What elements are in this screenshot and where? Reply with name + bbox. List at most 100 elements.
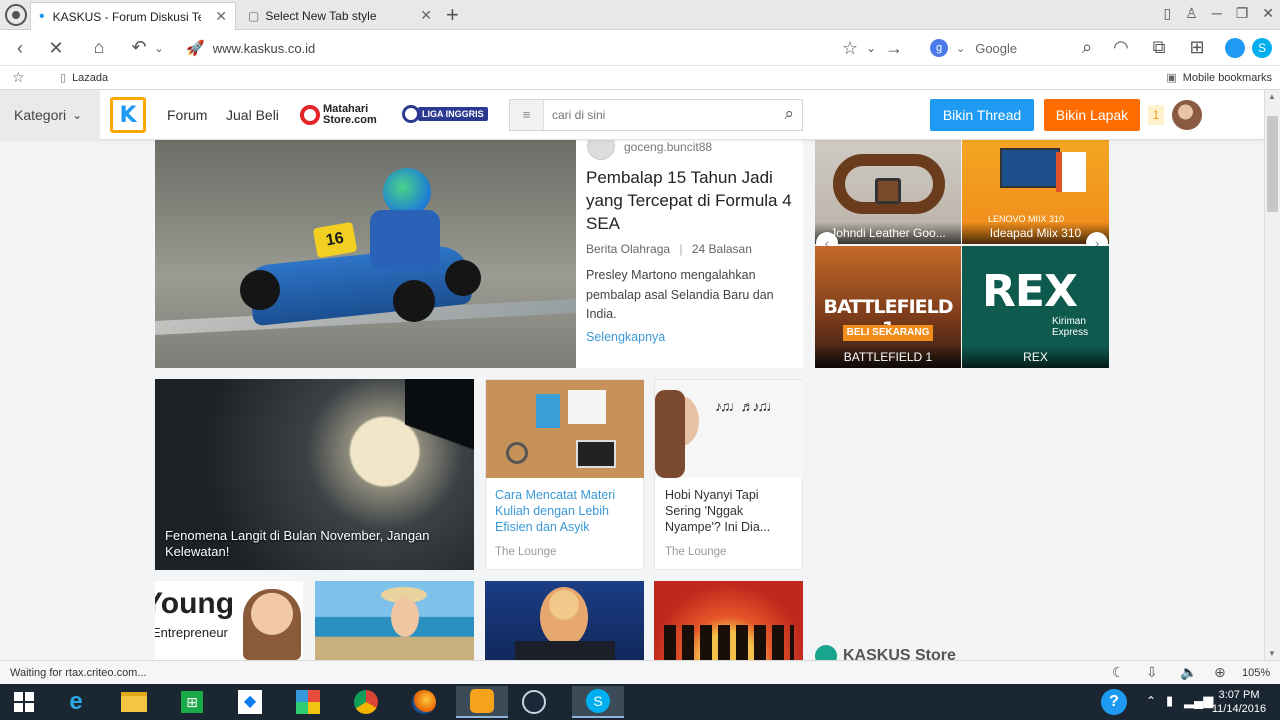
menu-icon[interactable]: ≡ <box>510 100 544 130</box>
bookmark-star-icon[interactable]: ☆ <box>12 69 25 86</box>
battery-icon[interactable]: ▮ <box>1166 693 1173 709</box>
search-engine-icon: g <box>930 39 948 57</box>
category-dropdown[interactable]: Kategori ⌄ <box>0 90 100 140</box>
start-icon[interactable] <box>4 686 44 718</box>
download-icon[interactable]: ⇩ <box>1146 664 1158 681</box>
store-ad-rex[interactable]: REX Kiriman Express REX <box>962 246 1109 368</box>
tray-chevron-icon[interactable]: ⌃ <box>1146 694 1156 708</box>
young-article[interactable]: Young Entrepreneur <box>155 581 303 660</box>
music-notes-shape: ♪♫♩♬♪♫♩ <box>715 398 780 414</box>
meta-divider: | <box>679 242 683 256</box>
restore-icon[interactable]: ❐ <box>1236 5 1249 22</box>
man-suit-shape <box>515 641 615 660</box>
search-icon[interactable]: ⌕ <box>1076 37 1098 57</box>
url-field[interactable]: 🚀 www.kaskus.co.id <box>180 34 920 62</box>
moon-article[interactable]: Fenomena Langit di Bulan November, Janga… <box>155 379 474 570</box>
new-tab-icon[interactable]: + <box>446 2 459 28</box>
skype-icon[interactable]: S <box>1252 38 1272 58</box>
article-card[interactable]: Cara Mencatat Materi Kuliah dengan Lebih… <box>485 379 644 570</box>
store-ad-battlefield[interactable]: BATTLEFIELD 1 BELI SEKARANG BATTLEFIELD … <box>815 246 961 368</box>
close-tab-icon[interactable]: ✕ <box>420 7 432 24</box>
go-arrow-icon[interactable]: → <box>884 38 904 58</box>
liga-inggris-link[interactable]: LIGA INGGRIS <box>402 105 488 123</box>
network-icon[interactable]: ▂▄▆ <box>1184 693 1213 709</box>
help-icon[interactable]: ? <box>1094 686 1134 718</box>
page-icon: ▯ <box>60 72 67 84</box>
chrome-icon[interactable] <box>346 686 386 718</box>
zoom-level[interactable]: 105% <box>1242 667 1270 679</box>
scroll-down-icon[interactable]: ▼ <box>1268 649 1276 658</box>
tab-new-tab-style[interactable]: ▢ Select New Tab style ✕ <box>240 2 440 30</box>
scroll-up-icon[interactable]: ▲ <box>1268 92 1276 101</box>
stop-icon[interactable]: ✕ <box>46 38 66 58</box>
avatar[interactable] <box>1172 100 1202 130</box>
kart-number-plate: 16 <box>312 221 358 259</box>
office-box-shape <box>1056 152 1086 192</box>
star-icon[interactable]: ☆ <box>840 38 860 58</box>
featured-title[interactable]: Pembalap 15 Tahun Jadi yang Tercepat di … <box>586 166 798 235</box>
bikin-thread-button[interactable]: Bikin Thread <box>930 99 1034 131</box>
wifi-icon[interactable]: ◠ <box>1110 37 1132 57</box>
tab-kaskus[interactable]: • KASKUS - Forum Diskusi Terb ✕ <box>30 2 236 30</box>
dropbox-icon[interactable]: ◆ <box>230 686 270 718</box>
chevron-down-icon[interactable]: ⌄ <box>152 39 166 59</box>
chevron-down-icon: ⌄ <box>956 42 966 55</box>
store-app-icon[interactable]: ⊞ <box>172 686 212 718</box>
uc-browser-icon[interactable] <box>456 686 508 718</box>
close-tab-icon[interactable]: ✕ <box>215 8 227 25</box>
author-name[interactable]: goceng.buncit88 <box>624 140 712 154</box>
politics-article[interactable] <box>485 581 644 660</box>
browser-logo-icon[interactable] <box>4 3 28 27</box>
bookmark-lazada[interactable]: ▯ Lazada <box>60 71 109 85</box>
card-category: The Lounge <box>665 546 727 558</box>
night-mode-icon[interactable]: ☾ <box>1112 664 1125 681</box>
read-more-link[interactable]: Selengkapnya <box>586 330 665 344</box>
back-icon[interactable]: ‹ <box>10 38 30 58</box>
sidebar-icon[interactable]: ▯ <box>1164 5 1172 22</box>
scroll-thumb[interactable] <box>1267 116 1278 212</box>
zoom-icon[interactable]: ⊕ <box>1214 664 1226 681</box>
game-article[interactable] <box>654 581 803 660</box>
nav-jual-beli[interactable]: Jual Beli <box>226 107 279 123</box>
bookmark-label: Lazada <box>72 71 109 84</box>
ie-icon[interactable]: e <box>56 686 96 718</box>
screenshot-icon[interactable]: ⧉ <box>1148 37 1170 57</box>
volume-icon[interactable]: 🔈 <box>1180 664 1197 681</box>
search-engine-field[interactable]: g ⌄ Google <box>930 36 1090 60</box>
undo-icon[interactable]: ↶ <box>128 37 150 57</box>
kaskus-logo[interactable]: K <box>110 97 146 133</box>
clock[interactable]: 3:07 PM 11/14/2016 <box>1210 688 1268 716</box>
featured-image[interactable]: 16 <box>155 140 576 368</box>
skype-taskbar-icon[interactable]: S <box>572 686 624 718</box>
skin-icon[interactable]: ♙ <box>1185 5 1198 22</box>
card-image <box>486 380 644 478</box>
mobile-bookmarks[interactable]: ▣ Mobile bookmarks <box>1166 71 1272 85</box>
search-input[interactable] <box>552 105 762 125</box>
page-scrollbar[interactable]: ▲ ▼ <box>1264 90 1280 660</box>
home-icon[interactable]: ⌂ <box>88 37 110 57</box>
page-icon: ▢ <box>248 9 260 23</box>
file-explorer-icon[interactable] <box>114 686 154 718</box>
steam-icon[interactable] <box>514 686 554 718</box>
bikin-lapak-button[interactable]: Bikin Lapak <box>1044 99 1140 131</box>
tab-bar: • KASKUS - Forum Diskusi Terb ✕ ▢ Select… <box>0 0 1280 30</box>
close-window-icon[interactable]: ✕ <box>1262 5 1274 22</box>
apps-icon[interactable]: ⊞ <box>1186 37 1208 57</box>
beach-article[interactable] <box>315 581 474 660</box>
site-search[interactable]: ≡ ⌕ <box>509 99 803 131</box>
featured-category[interactable]: Berita Olahraga <box>586 242 670 256</box>
puzzle-app-icon[interactable] <box>288 686 328 718</box>
store-ad-belt[interactable]: Johndi Leather Goo... <box>815 140 961 244</box>
firefox-icon[interactable] <box>404 686 444 718</box>
matahari-link[interactable]: Matahari Store.com <box>300 104 377 126</box>
sync-icon[interactable] <box>1225 38 1245 58</box>
search-icon[interactable]: ⌕ <box>784 104 794 124</box>
store-ad-lenovo[interactable]: LENOVO MIIX 310 Ideapad Miix 310 <box>962 140 1109 244</box>
article-card[interactable]: ♪♫♩♬♪♫♩ Hobi Nyanyi Tapi Sering 'Nggak N… <box>654 379 803 570</box>
nav-forum[interactable]: Forum <box>167 107 207 123</box>
matahari-line2: Store.com <box>323 114 377 126</box>
notification-badge[interactable]: 1 <box>1148 105 1164 125</box>
minimize-icon[interactable]: ─ <box>1212 5 1222 22</box>
chevron-down-icon[interactable]: ⌄ <box>864 38 878 58</box>
tablet-shape <box>576 440 616 468</box>
